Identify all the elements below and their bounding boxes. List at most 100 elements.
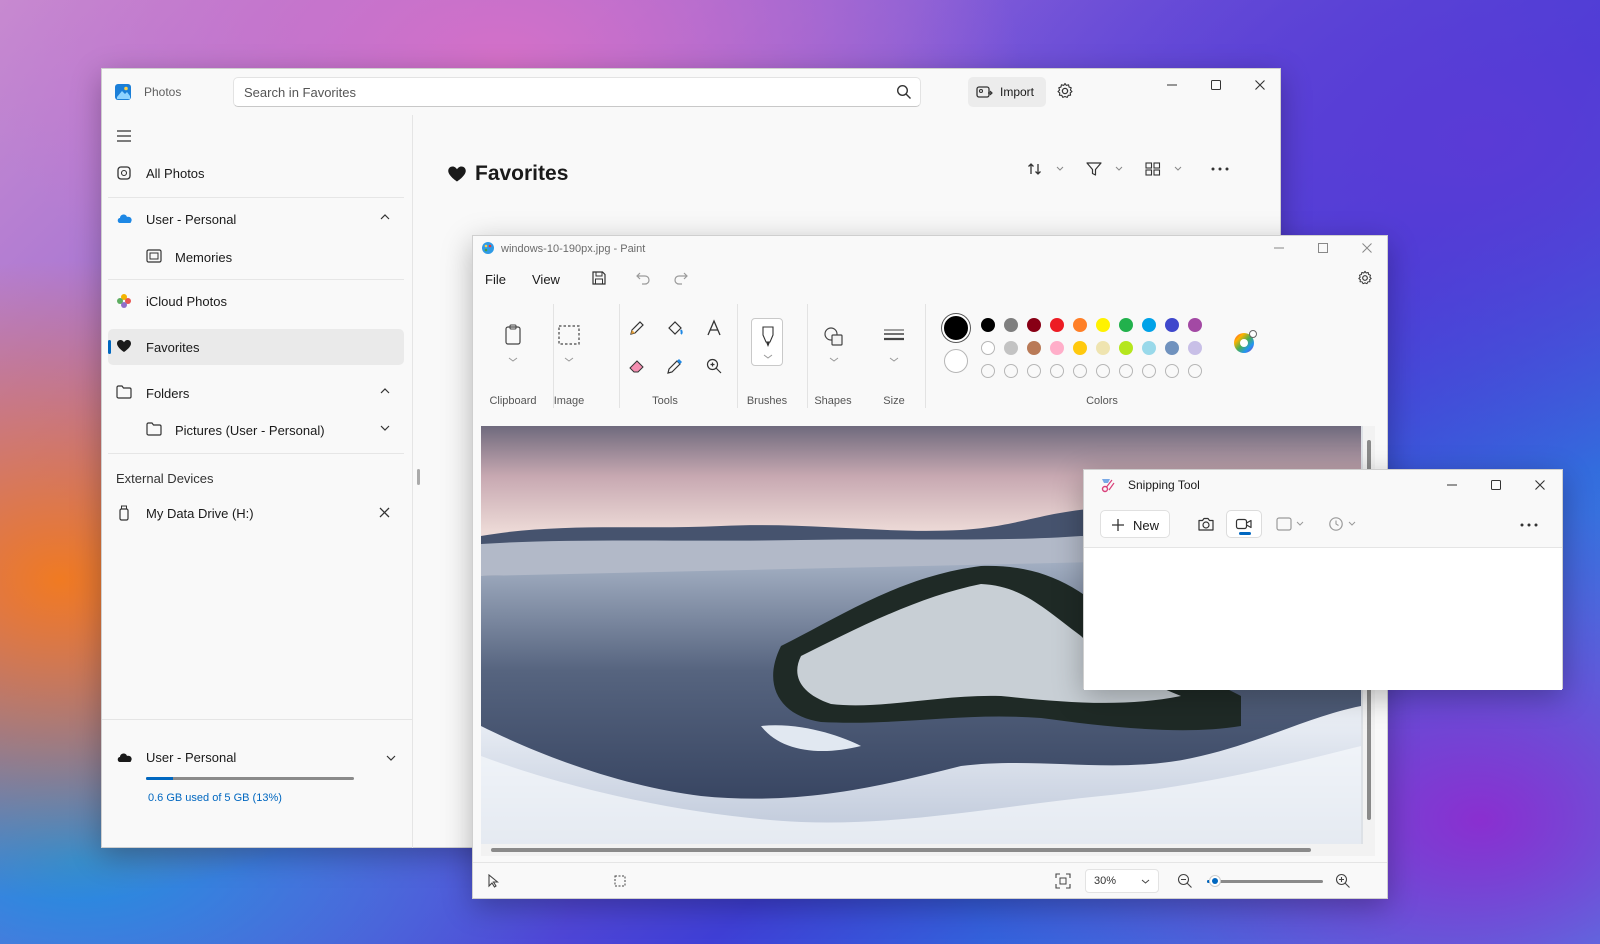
chevron-down-icon[interactable] (380, 425, 390, 431)
custom-color-slot[interactable] (1142, 364, 1156, 378)
zoom-in-icon[interactable] (1335, 873, 1351, 889)
color-swatch[interactable] (1027, 341, 1041, 355)
select-rectangle-icon[interactable] (557, 324, 581, 364)
zoom-level-select[interactable]: 30% (1085, 869, 1159, 893)
custom-color-slot[interactable] (1050, 364, 1064, 378)
chevron-up-icon[interactable] (380, 214, 390, 220)
color-swatch[interactable] (1073, 341, 1087, 355)
color-swatch[interactable] (1165, 341, 1179, 355)
snip-minimize-button[interactable] (1430, 470, 1474, 500)
sidebar-item-onedrive-personal[interactable]: User - Personal (108, 201, 404, 237)
photos-close-button[interactable] (1238, 69, 1282, 101)
sidebar-resize-handle[interactable] (417, 469, 420, 485)
chevron-down-icon[interactable] (386, 755, 396, 761)
cloud-icon (116, 750, 134, 763)
redo-icon[interactable] (673, 270, 689, 286)
primary-color-swatch[interactable] (942, 314, 970, 342)
magnifier-icon[interactable] (705, 357, 723, 375)
clock-icon (1328, 516, 1362, 532)
paint-minimize-button[interactable] (1257, 236, 1301, 260)
custom-color-slot[interactable] (981, 364, 995, 378)
snip-shape-dropdown[interactable] (1272, 512, 1316, 536)
custom-color-slot[interactable] (1004, 364, 1018, 378)
clipboard-icon[interactable] (503, 324, 523, 364)
custom-color-slot[interactable] (1188, 364, 1202, 378)
secondary-color-swatch[interactable] (944, 349, 968, 373)
horizontal-scrollbar[interactable] (481, 844, 1375, 856)
zoom-slider-thumb[interactable] (1209, 875, 1221, 887)
fit-to-window-icon[interactable] (1055, 873, 1071, 889)
horizontal-scrollbar-thumb[interactable] (491, 848, 1311, 852)
custom-color-slot[interactable] (1165, 364, 1179, 378)
settings-gear-icon[interactable] (1056, 82, 1074, 100)
chevron-up-icon[interactable] (380, 388, 390, 394)
sidebar-item-folders[interactable]: Folders (108, 375, 404, 411)
undo-icon[interactable] (635, 270, 651, 286)
filter-button[interactable] (1086, 161, 1124, 177)
color-picker-icon[interactable] (666, 357, 684, 375)
fill-bucket-icon[interactable] (666, 319, 684, 337)
color-swatch[interactable] (981, 341, 995, 355)
eject-close-icon[interactable] (379, 507, 390, 518)
delay-timer-dropdown[interactable] (1324, 512, 1368, 536)
paint-maximize-button[interactable] (1301, 236, 1345, 260)
view-layout-button[interactable] (1145, 161, 1183, 177)
sidebar-item-pictures-folder[interactable]: Pictures (User - Personal) (108, 412, 404, 448)
sidebar-item-memories[interactable]: Memories (108, 239, 404, 275)
sidebar-item-all-photos[interactable]: All Photos (108, 155, 404, 191)
hamburger-menu-icon[interactable] (116, 129, 132, 143)
save-icon[interactable] (591, 270, 607, 286)
color-swatch[interactable] (1073, 318, 1087, 332)
custom-color-slot[interactable] (1073, 364, 1087, 378)
custom-color-slot[interactable] (1027, 364, 1041, 378)
zoom-slider[interactable] (1207, 875, 1323, 887)
search-icon[interactable] (896, 84, 912, 100)
color-swatch[interactable] (1188, 341, 1202, 355)
video-mode-button[interactable] (1226, 510, 1262, 538)
sidebar-item-icloud-photos[interactable]: iCloud Photos (108, 283, 404, 319)
photos-maximize-button[interactable] (1194, 69, 1238, 101)
more-options-icon[interactable] (1211, 167, 1229, 171)
new-snip-button[interactable]: New (1100, 510, 1170, 538)
menu-file[interactable]: File (485, 272, 506, 287)
color-swatch[interactable] (1004, 341, 1018, 355)
color-swatch[interactable] (1096, 341, 1110, 355)
eraser-icon[interactable] (628, 357, 646, 375)
color-swatch[interactable] (1119, 318, 1133, 332)
color-swatch[interactable] (1142, 341, 1156, 355)
paint-settings-gear-icon[interactable] (1357, 270, 1373, 286)
storage-usage-text[interactable]: 0.6 GB used of 5 GB (13%) (148, 792, 282, 804)
color-swatch[interactable] (1096, 318, 1110, 332)
pencil-icon[interactable] (628, 319, 646, 337)
screenshot-mode-button[interactable] (1188, 510, 1224, 538)
custom-color-slot[interactable] (1096, 364, 1110, 378)
sidebar-item-favorites[interactable]: Favorites (108, 329, 404, 365)
color-swatch[interactable] (1050, 318, 1064, 332)
sidebar-item-data-drive[interactable]: My Data Drive (H:) (108, 495, 404, 531)
stroke-size-icon[interactable] (883, 328, 905, 368)
color-swatch[interactable] (1027, 318, 1041, 332)
zoom-out-icon[interactable] (1177, 873, 1193, 889)
edit-colors-icon[interactable] (1233, 330, 1257, 354)
color-swatch[interactable] (1119, 341, 1133, 355)
color-swatch[interactable] (1050, 341, 1064, 355)
color-swatch[interactable] (1188, 318, 1202, 332)
color-swatch[interactable] (1142, 318, 1156, 332)
import-button[interactable]: Import (968, 77, 1046, 107)
color-swatch[interactable] (1165, 318, 1179, 332)
snip-maximize-button[interactable] (1474, 470, 1518, 500)
color-swatch[interactable] (981, 318, 995, 332)
snipping-tool-window: Snipping Tool New (1083, 469, 1563, 690)
menu-view[interactable]: View (532, 272, 560, 287)
snip-more-options-icon[interactable] (1520, 523, 1538, 527)
paint-close-button[interactable] (1345, 236, 1389, 260)
snip-close-button[interactable] (1518, 470, 1562, 500)
sort-button[interactable] (1027, 161, 1065, 177)
brushes-button[interactable] (751, 318, 783, 366)
search-input[interactable]: Search in Favorites (233, 77, 921, 107)
shapes-icon[interactable] (823, 326, 845, 366)
color-swatch[interactable] (1004, 318, 1018, 332)
text-tool-icon[interactable] (705, 319, 723, 337)
photos-minimize-button[interactable] (1150, 69, 1194, 101)
custom-color-slot[interactable] (1119, 364, 1133, 378)
